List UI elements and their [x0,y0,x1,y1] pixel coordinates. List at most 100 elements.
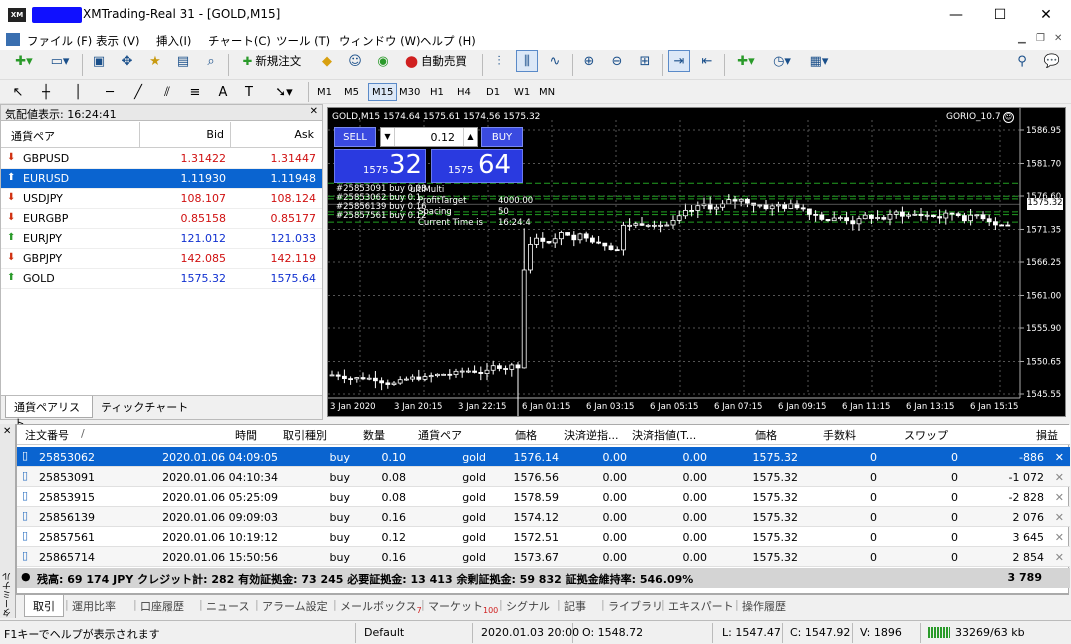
terminal-tab[interactable]: メールボックス7 [340,598,422,615]
close-order-icon[interactable]: ✕ [1055,471,1064,484]
templates-icon[interactable]: ▦▾ [802,50,836,72]
terminal-tab[interactable]: 取引 [24,595,64,617]
col-sl[interactable]: 決済逆指... [564,427,619,443]
menu-tools[interactable]: ツール (T) [276,33,330,49]
trade-row[interactable]: ▯ 25853062 2020.01.06 04:09:05 buy 0.10 gold 1… [17,447,1070,467]
zoom-out-icon[interactable]: ⊖ [606,50,628,72]
col-cur-price[interactable]: 価格 [755,427,777,443]
symbol-row[interactable]: ⬇ GBPUSD 1.31422 1.31447 [1,149,322,169]
close-order-icon[interactable]: ✕ [1055,531,1064,544]
col-tp[interactable]: 決済指値(T... [632,427,696,443]
terminal-tab[interactable]: シグナル [506,598,550,614]
bar-chart-icon[interactable]: ⫶ [488,50,510,72]
terminal-icon[interactable]: ▤ [172,50,194,72]
menu-insert[interactable]: 挿入(I) [156,33,191,49]
sell-button[interactable]: SELL [334,127,376,147]
symbol-row[interactable]: ⬇ USDJPY 108.107 108.124 [1,189,322,209]
text-icon[interactable]: A [216,81,230,103]
lot-input[interactable]: ▼ 0.12 ▲ [380,127,478,147]
tf-m5[interactable]: M5 [341,83,362,101]
candlestick-icon[interactable]: ⫼ [516,50,538,72]
fibonacci-icon[interactable]: ≡ [186,81,204,103]
mdi-close-icon[interactable]: ✕ [1054,33,1062,44]
col-time[interactable]: 時間 [235,427,257,443]
col-profit[interactable]: 損益 [1036,427,1058,443]
new-order-button[interactable]: ✚ 新規注文 [234,50,310,72]
mdi-restore-icon[interactable]: ❐ [1036,33,1045,44]
buy-button[interactable]: BUY [481,127,523,147]
people-icon[interactable]: ☺ [344,50,366,72]
new-chart-icon[interactable]: ✚▾ [8,50,40,72]
horizontal-line-icon[interactable]: ─ [102,81,118,103]
text-label-icon[interactable]: T [240,81,258,103]
favorites-icon[interactable]: ★ [144,50,166,72]
trade-row[interactable]: ▯ 25857561 2020.01.06 10:19:12 buy 0.12 gold 1… [17,527,1070,547]
metaeditor-icon[interactable]: ◆ [316,50,338,72]
tf-mn[interactable]: MN [536,83,558,101]
tile-windows-icon[interactable]: ⊞ [634,50,656,72]
col-commission[interactable]: 手数料 [823,427,856,443]
col-ask[interactable]: Ask [294,128,314,141]
terminal-tab[interactable]: ニュース [206,598,249,614]
sell-price-box[interactable]: 1575 32 [334,149,426,183]
indicators-icon[interactable]: ✚▾ [730,50,762,72]
col-type[interactable]: 取引種別 [283,427,327,443]
terminal-tab[interactable]: マーケット100 [428,598,498,615]
symbol-row[interactable]: ⬆ EURUSD 1.11930 1.11948 [1,169,322,189]
auto-trading-button[interactable]: ⬤ 自動売買 [398,50,474,72]
tf-m15[interactable]: M15 [368,83,398,101]
trade-row[interactable]: ▯ 25853915 2020.01.06 05:25:09 buy 0.08 gold 1… [17,487,1070,507]
col-bid[interactable]: Bid [206,128,224,141]
line-chart-icon[interactable]: ∿ [544,50,566,72]
terminal-tab[interactable]: エキスパート [668,598,734,614]
tf-w1[interactable]: W1 [511,83,533,101]
col-size[interactable]: 数量 [363,427,385,443]
price-chart[interactable]: 1586.95 1581.70 1576.60 1571.35 1566.25 1561.… [327,107,1066,417]
symbol-row[interactable]: ⬇ GBPJPY 142.085 142.119 [1,249,322,269]
close-order-icon[interactable]: ✕ [1055,551,1064,564]
col-swap[interactable]: スワップ [904,427,948,443]
tf-h4[interactable]: H4 [454,83,474,101]
search-icon[interactable]: ⚲ [1012,50,1032,72]
col-symbol[interactable]: 通貨ペア [418,427,462,443]
terminal-tab[interactable]: 口座履歴 [140,598,184,614]
trade-row[interactable]: ▯ 25865714 2020.01.06 15:50:56 buy 0.16 gold 1… [17,547,1070,567]
col-order[interactable]: 注文番号 [25,427,69,443]
menu-help[interactable]: ヘルプ (H) [420,33,476,49]
terminal-tab[interactable]: 記事 [564,598,586,614]
equidistant-channel-icon[interactable]: ⫽ [158,81,176,103]
close-button[interactable]: ✕ [1023,0,1069,30]
tf-d1[interactable]: D1 [483,83,503,101]
minimize-button[interactable]: — [933,0,979,30]
zoom-in-icon[interactable]: ⊕ [578,50,600,72]
tf-m1[interactable]: M1 [314,83,335,101]
signals-icon[interactable]: ◉ [372,50,394,72]
col-symbol[interactable]: 通貨ペア [11,128,55,144]
close-order-icon[interactable]: ✕ [1055,491,1064,504]
menu-window[interactable]: ウィンドウ (W) [339,33,421,49]
chart-shift-icon[interactable]: ⇤ [696,50,718,72]
terminal-tab[interactable]: 操作履歴 [742,598,786,614]
cursor-icon[interactable]: ↖ [10,81,26,103]
profiles-icon[interactable]: ▭▾ [44,50,76,72]
close-order-icon[interactable]: ✕ [1055,511,1064,524]
lot-increase-icon[interactable]: ▲ [463,128,477,146]
terminal-tab[interactable]: アラーム設定 [262,598,328,614]
trade-row[interactable]: ▯ 25853091 2020.01.06 04:10:34 buy 0.08 gold 1… [17,467,1070,487]
vertical-line-icon[interactable]: │ [70,81,86,103]
periods-icon[interactable]: ◷▾ [766,50,798,72]
terminal-tab[interactable]: ライブラリ [608,598,663,614]
trendline-icon[interactable]: ╱ [130,81,146,103]
mdi-minimize-icon[interactable]: ▁ [1018,33,1026,44]
menu-view[interactable]: 表示 (V) [96,33,140,49]
menu-file[interactable]: ファイル (F) [27,33,92,49]
tester-icon[interactable]: ⌕ [200,50,222,72]
crosshair-icon[interactable]: ┼ [38,81,54,103]
tf-m30[interactable]: M30 [396,83,423,101]
trade-row[interactable]: ▯ 25856139 2020.01.06 09:09:03 buy 0.16 gold 1… [17,507,1070,527]
tab-tick-chart[interactable]: ティックチャート [101,399,188,415]
market-watch-icon[interactable]: ▣ [88,50,110,72]
buy-price-box[interactable]: 1575 64 [431,149,523,183]
close-order-icon[interactable]: ✕ [1055,451,1064,464]
terminal-tab[interactable]: 運用比率 [72,598,116,614]
